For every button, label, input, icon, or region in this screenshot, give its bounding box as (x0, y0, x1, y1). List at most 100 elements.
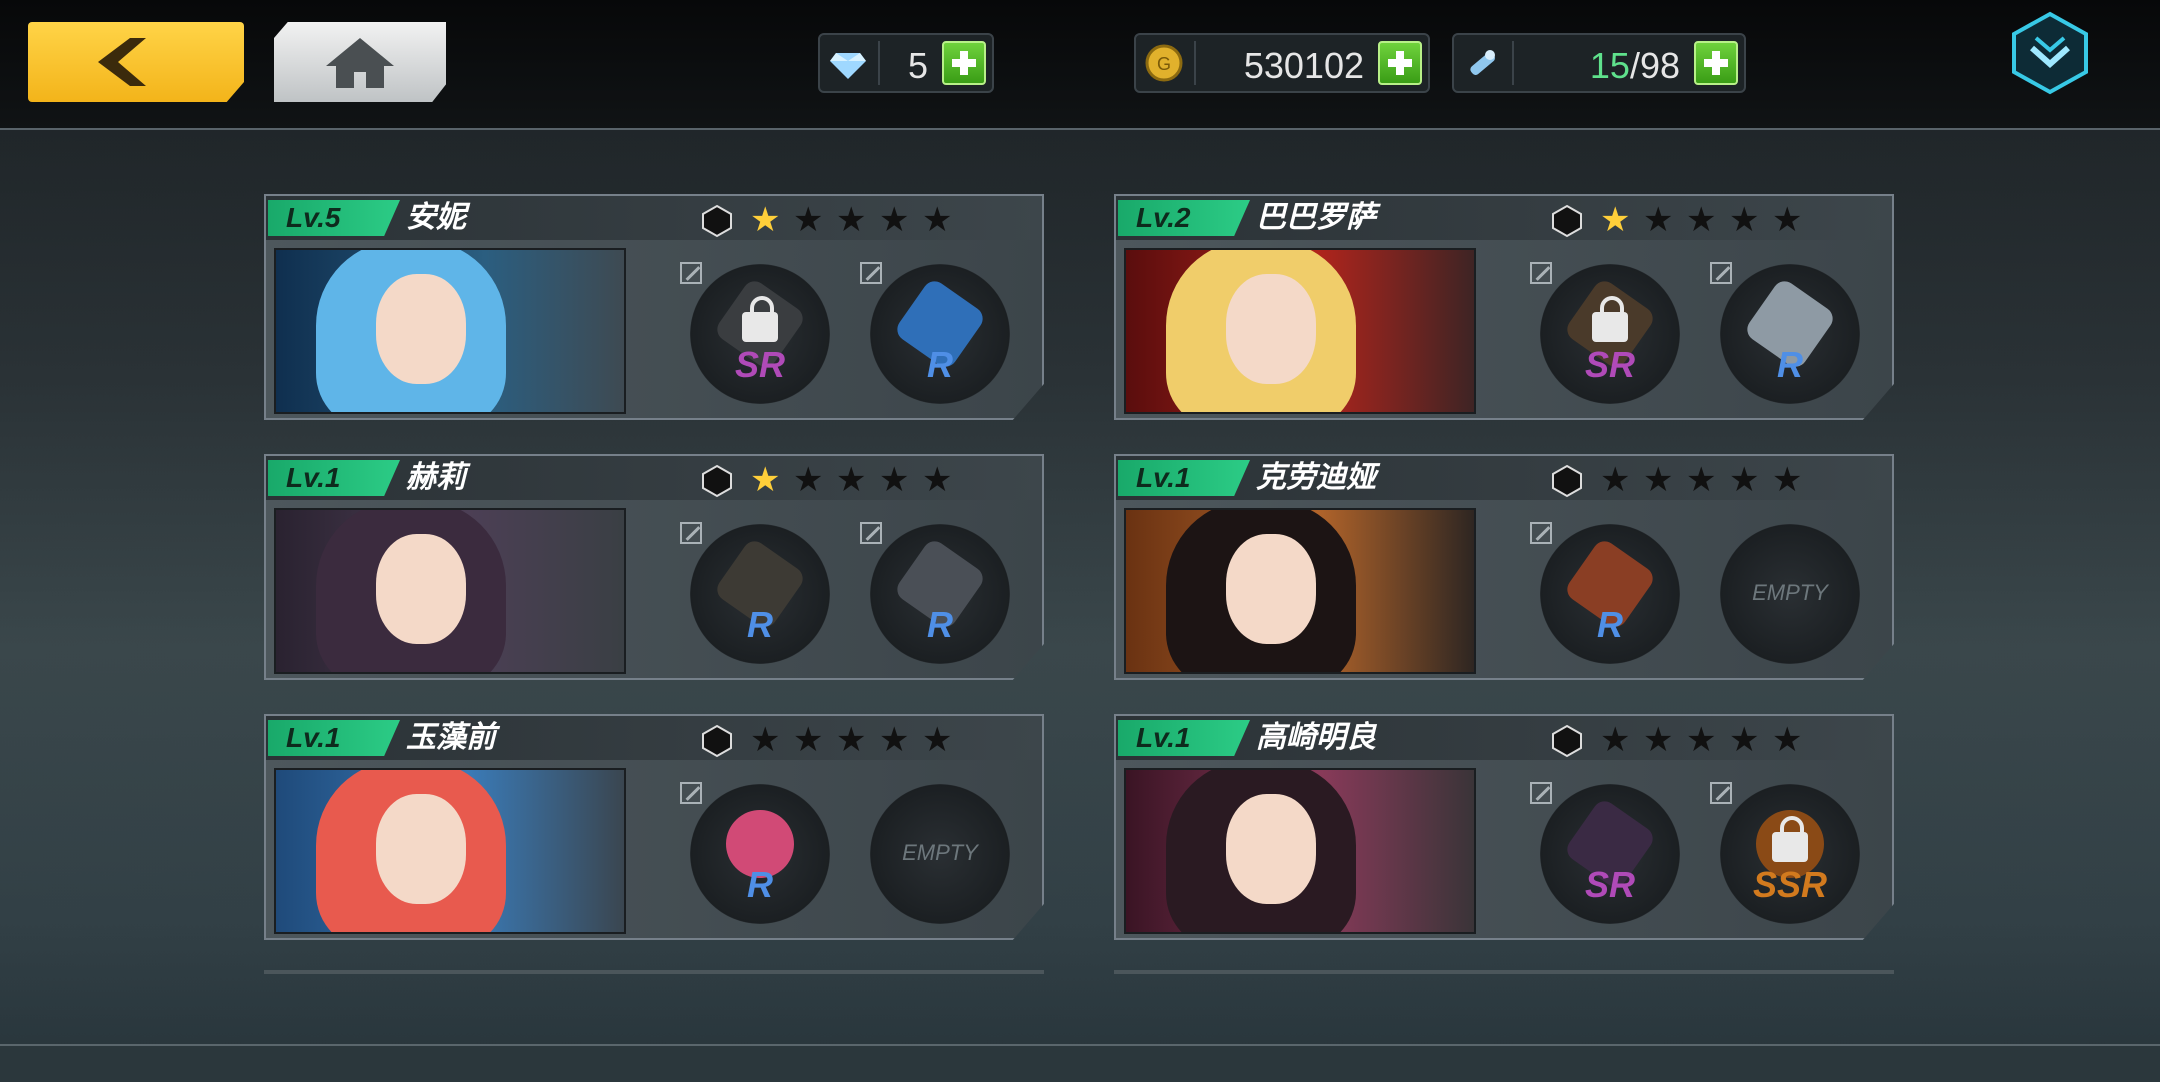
star-icon: ★ (1600, 721, 1631, 759)
level-badge: Lv.1 (268, 460, 400, 496)
star-rating: ★ ★ ★ ★ ★ (750, 722, 965, 758)
character-name: 安妮 (406, 201, 466, 234)
stamina-counter: 15/98 (1452, 33, 1746, 93)
rank-label: R (1597, 604, 1623, 645)
diamond-value: 5 (907, 45, 928, 86)
star-icon: ★ (750, 201, 781, 239)
character-portrait (1124, 768, 1476, 934)
star-icon: ★ (879, 201, 910, 239)
star-icon: ★ (1600, 461, 1631, 499)
star-icon: ★ (836, 721, 867, 759)
stamina-max: /98 (1629, 45, 1680, 86)
edit-icon (680, 782, 702, 804)
star-icon: ★ (1729, 721, 1760, 759)
back-button[interactable] (28, 22, 244, 102)
level-badge: Lv.5 (268, 200, 400, 236)
rank-label: SR (1584, 344, 1635, 385)
star-rating: ★ ★ ★ ★ ★ (750, 462, 965, 498)
separator (878, 41, 880, 85)
edit-icon (860, 262, 882, 284)
gold-counter: G 530102 (1134, 33, 1430, 93)
equipment-slot-1[interactable]: SR (1530, 782, 1680, 924)
star-icon: ★ (1686, 201, 1717, 239)
star-rating: ★ ★ ★ ★ ★ (750, 202, 965, 238)
equipment-slot-2[interactable]: EMPTY (870, 784, 1010, 924)
bottom-bar (0, 1044, 2160, 1082)
character-name: 克劳迪娅 (1256, 461, 1376, 494)
collapse-chevron-icon[interactable] (2008, 10, 2092, 96)
star-rating: ★ ★ ★ ★ ★ (1600, 722, 1815, 758)
equipment-slot-2[interactable]: R (1710, 262, 1860, 404)
edit-icon (1710, 262, 1732, 284)
rank-label: SR (1584, 864, 1635, 905)
diamond-icon (830, 53, 866, 79)
hexagon-icon (1552, 204, 1582, 238)
rank-label: SR (734, 344, 785, 385)
edit-icon (1710, 782, 1732, 804)
edit-icon (860, 522, 882, 544)
lock-icon (742, 296, 778, 342)
character-card[interactable]: Lv.1 玉藻前 ★ ★ ★ ★ ★ R EMPTY (264, 714, 1044, 940)
level-badge: Lv.1 (1118, 720, 1250, 756)
diamond-counter: 5 (818, 33, 994, 93)
level-badge: Lv.1 (1118, 460, 1250, 496)
equipment-slot-2[interactable]: R (860, 262, 1010, 404)
add-diamond-button[interactable] (942, 41, 986, 85)
character-portrait (274, 248, 626, 414)
star-icon: ★ (879, 721, 910, 759)
star-icon: ★ (1686, 461, 1717, 499)
equipment-slot-1[interactable]: SR (1530, 262, 1680, 404)
star-icon: ★ (1772, 201, 1803, 239)
equipment-slot-2[interactable]: SSR (1710, 782, 1860, 924)
home-button[interactable] (274, 22, 446, 102)
equipment-slot-1[interactable]: R (680, 782, 830, 924)
edit-icon (680, 262, 702, 284)
character-card[interactable]: Lv.5 安妮 ★ ★ ★ ★ ★ SR R (264, 194, 1044, 420)
star-rating: ★ ★ ★ ★ ★ (1600, 462, 1815, 498)
star-icon: ★ (1686, 721, 1717, 759)
star-icon: ★ (793, 721, 824, 759)
lock-icon (1592, 296, 1628, 342)
star-rating: ★ ★ ★ ★ ★ (1600, 202, 1815, 238)
next-row-edge (1114, 970, 1894, 974)
character-card[interactable]: Lv.1 赫莉 ★ ★ ★ ★ ★ R R (264, 454, 1044, 680)
top-bar: 5 G 530102 15/98 (0, 0, 2160, 130)
character-card[interactable]: Lv.1 克劳迪娅 ★ ★ ★ ★ ★ R EMPTY (1114, 454, 1894, 680)
add-gold-button[interactable] (1378, 41, 1422, 85)
home-icon (326, 38, 394, 88)
character-portrait (1124, 248, 1476, 414)
character-portrait (274, 508, 626, 674)
rank-label: R (927, 604, 953, 645)
hexagon-icon (702, 464, 732, 498)
stamina-current: 15 (1589, 45, 1630, 86)
gold-value: 530102 (1243, 45, 1364, 86)
equipment-slot-1[interactable]: SR (680, 262, 830, 404)
hexagon-icon (1552, 724, 1582, 758)
level-badge: Lv.2 (1118, 200, 1250, 236)
star-icon: ★ (1729, 461, 1760, 499)
star-icon: ★ (836, 201, 867, 239)
rank-label: R (747, 864, 773, 905)
star-icon: ★ (1772, 721, 1803, 759)
equipment-slot-1[interactable]: R (680, 522, 830, 664)
hexagon-icon (1552, 464, 1582, 498)
hexagon-icon (702, 724, 732, 758)
equipment-slot-1[interactable]: R (1530, 522, 1680, 664)
character-portrait (1124, 508, 1476, 674)
edit-icon (680, 522, 702, 544)
separator (1194, 41, 1196, 85)
star-icon: ★ (1643, 721, 1674, 759)
character-card[interactable]: Lv.1 高崎明良 ★ ★ ★ ★ ★ SR SSR (1114, 714, 1894, 940)
svg-text:G: G (1157, 54, 1171, 74)
star-icon: ★ (1600, 201, 1631, 239)
star-icon: ★ (750, 461, 781, 499)
star-icon: ★ (1643, 201, 1674, 239)
chevron-left-icon (98, 38, 146, 86)
star-icon: ★ (750, 721, 781, 759)
stamina-vial-icon (1470, 50, 1495, 75)
equipment-slot-2[interactable]: EMPTY (1720, 524, 1860, 664)
add-stamina-button[interactable] (1694, 41, 1738, 85)
character-card[interactable]: Lv.2 巴巴罗萨 ★ ★ ★ ★ ★ SR R (1114, 194, 1894, 420)
gold-coin-icon: G (1145, 44, 1183, 82)
equipment-slot-2[interactable]: R (860, 522, 1010, 664)
